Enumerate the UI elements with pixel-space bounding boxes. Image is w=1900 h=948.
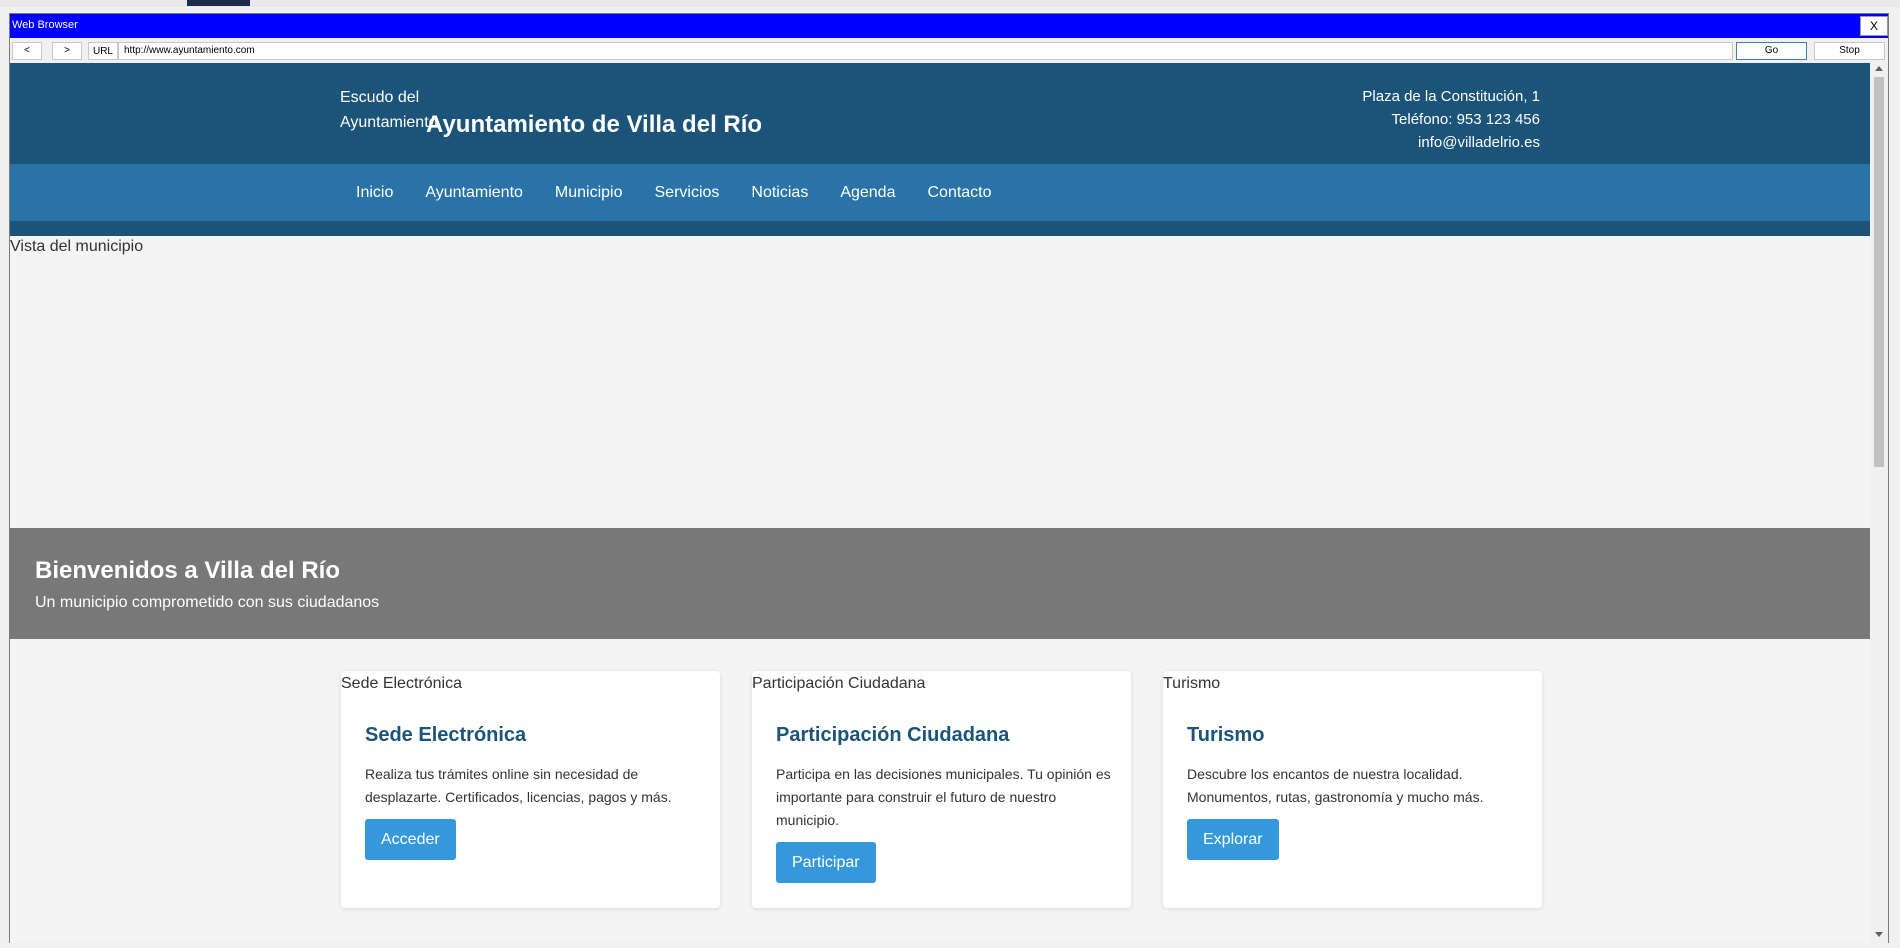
window-title: Web Browser xyxy=(12,19,78,31)
hero-image: Vista del municipio xyxy=(10,238,144,255)
acceder-button[interactable]: Acceder xyxy=(365,819,456,860)
go-button[interactable]: Go xyxy=(1736,42,1807,60)
hero-subtitle: Un municipio comprometido con sus ciudad… xyxy=(35,594,380,611)
nav-item-noticias[interactable]: Noticias xyxy=(735,164,824,222)
stop-button[interactable]: Stop xyxy=(1814,42,1885,60)
nav-item-municipio[interactable]: Municipio xyxy=(539,164,639,222)
nav-item-contacto[interactable]: Contacto xyxy=(911,164,1007,222)
site-header: Escudo del Ayuntamiento Ayuntamiento de … xyxy=(10,63,1870,164)
card-image: Sede Electrónica xyxy=(341,675,462,692)
card-image: Turismo xyxy=(1163,675,1221,692)
address-bar: < > URL http://www.ayuntamiento.com Go S… xyxy=(10,39,1888,63)
card-title: Participación Ciudadana xyxy=(776,724,1010,746)
title-bar: Web Browser X xyxy=(10,14,1888,38)
card-text: Participa en las decisiones municipales.… xyxy=(776,766,1111,828)
forward-button[interactable]: > xyxy=(52,42,82,60)
top-strip xyxy=(0,0,1900,7)
scroll-up-icon[interactable] xyxy=(1875,66,1883,71)
card-turismo: Turismo Turismo Descubre los encantos de… xyxy=(1163,671,1542,908)
site-title[interactable]: Ayuntamiento de Villa del Río xyxy=(426,111,762,139)
url-input[interactable]: http://www.ayuntamiento.com xyxy=(118,42,1733,60)
card-title: Sede Electrónica xyxy=(365,724,527,746)
card-image: Participación Ciudadana xyxy=(752,675,926,692)
logo-image[interactable]: Escudo del Ayuntamiento xyxy=(340,85,438,135)
card-sede-electronica: Sede Electrónica Sede Electrónica Realiz… xyxy=(341,671,720,908)
browser-window: Web Browser X < > URL http://www.ayuntam… xyxy=(9,13,1889,943)
card-text: Realiza tus trámites online sin necesida… xyxy=(365,766,672,805)
scroll-thumb[interactable] xyxy=(1874,77,1884,467)
card-text: Descubre los encantos de nuestra localid… xyxy=(1187,766,1484,805)
address-text: Plaza de la Constitución, 1 xyxy=(1362,88,1540,105)
vertical-scrollbar[interactable] xyxy=(1870,63,1888,943)
nav-item-inicio[interactable]: Inicio xyxy=(340,164,409,222)
url-label: URL xyxy=(88,42,118,60)
nav-bottom-band xyxy=(10,221,1870,236)
phone-text: Teléfono: 953 123 456 xyxy=(1391,111,1540,128)
nav-item-ayuntamiento[interactable]: Ayuntamiento xyxy=(409,164,539,222)
hero-title: Bienvenidos a Villa del Río xyxy=(35,557,340,584)
scroll-down-icon[interactable] xyxy=(1875,932,1883,937)
card-title: Turismo xyxy=(1187,724,1265,746)
card-participacion: Participación Ciudadana Participación Ci… xyxy=(752,671,1131,908)
nav-item-agenda[interactable]: Agenda xyxy=(824,164,911,222)
participar-button[interactable]: Participar xyxy=(776,842,876,883)
contact-info: Plaza de la Constitución, 1 Teléfono: 95… xyxy=(1362,85,1540,154)
nav-item-servicios[interactable]: Servicios xyxy=(639,164,736,222)
hero-banner: Bienvenidos a Villa del Río Un municipio… xyxy=(10,528,1870,639)
main-nav: Inicio Ayuntamiento Municipio Servicios … xyxy=(10,164,1870,221)
email-link[interactable]: info@villadelrio.es xyxy=(1362,131,1540,154)
page-viewport: Escudo del Ayuntamiento Ayuntamiento de … xyxy=(10,63,1870,943)
explorar-button[interactable]: Explorar xyxy=(1187,819,1279,860)
back-button[interactable]: < xyxy=(12,42,42,60)
active-tab-marker[interactable] xyxy=(187,0,250,6)
close-button[interactable]: X xyxy=(1860,16,1888,36)
